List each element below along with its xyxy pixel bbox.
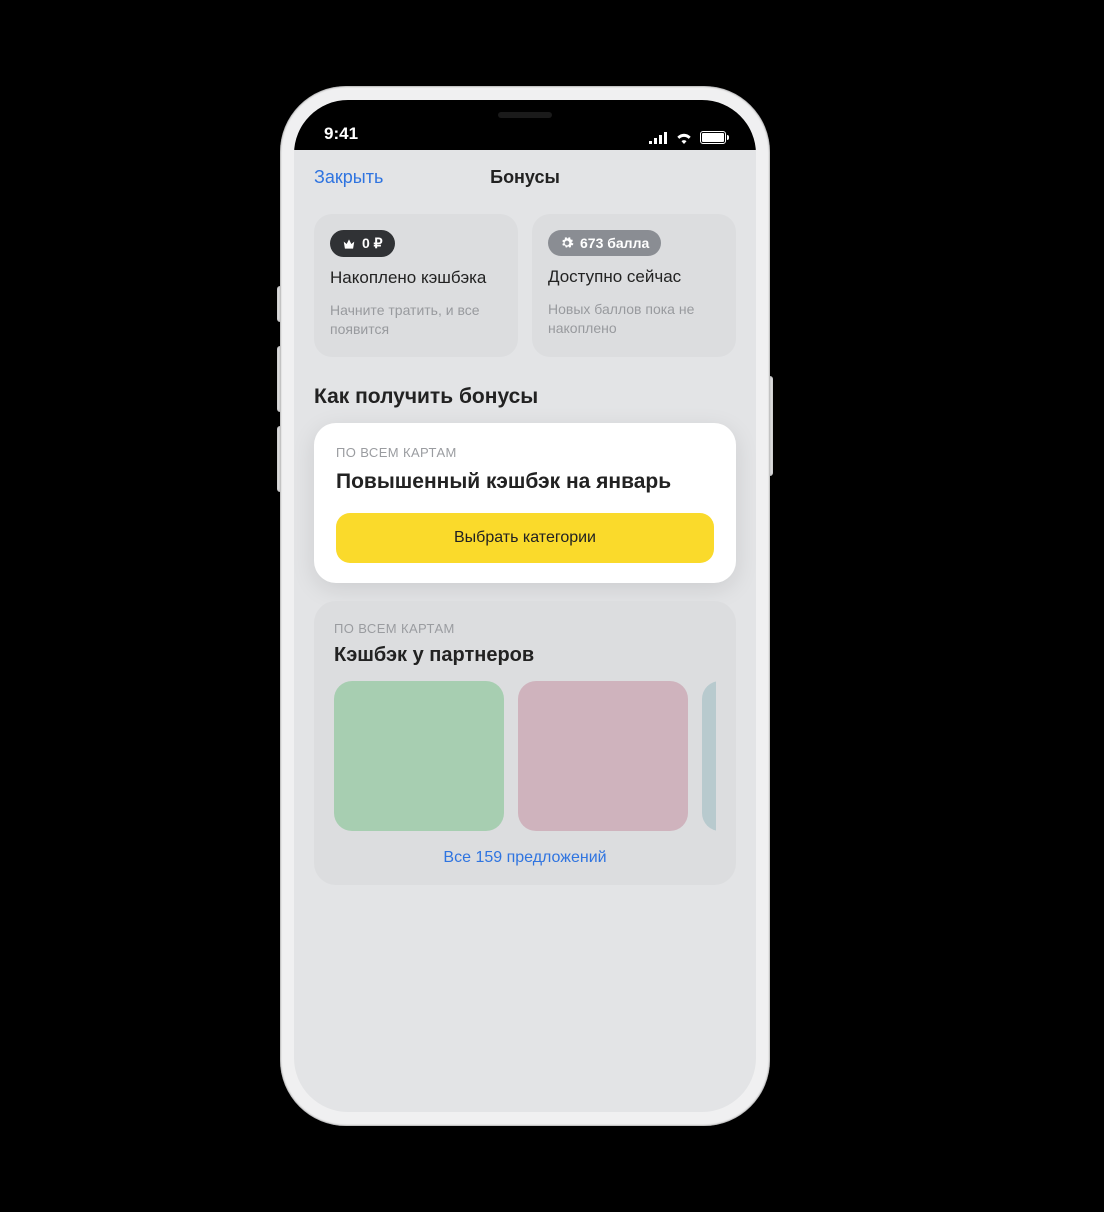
points-card[interactable]: 673 балла Доступно сейчас Новых баллов п…: [532, 214, 736, 357]
partners-overline: ПО ВСЕМ КАРТАМ: [334, 621, 716, 636]
choose-categories-button[interactable]: Выбрать категории: [336, 513, 714, 563]
points-badge: 673 балла: [548, 230, 661, 256]
section-how-title: Как получить бонусы: [314, 385, 736, 409]
cashback-badge-text: 0 ₽: [362, 235, 383, 252]
cashback-badge: 0 ₽: [330, 230, 395, 257]
close-button[interactable]: Закрыть: [314, 167, 383, 188]
promo-title: Повышенный кэшбэк на январь: [336, 468, 714, 495]
device-notch: [420, 100, 630, 134]
side-button-vol-down: [277, 426, 280, 492]
battery-icon: [700, 131, 726, 144]
phone-frame: 9:41 Закрыть Бонусы 0 ₽ Накоплено кэшбэк…: [280, 86, 770, 1126]
partners-title: Кэшбэк у партнеров: [334, 644, 716, 667]
points-sub: Новых баллов пока не накоплено: [548, 300, 720, 338]
page-title: Бонусы: [490, 167, 560, 188]
partner-tile[interactable]: [518, 681, 688, 831]
gear-icon: [560, 236, 574, 250]
partners-card: ПО ВСЕМ КАРТАМ Кэшбэк у партнеров Все 15…: [314, 601, 736, 885]
all-offers-link[interactable]: Все 159 предложений: [334, 849, 716, 867]
crown-icon: [342, 237, 356, 251]
status-icons: [649, 131, 726, 144]
side-button-mute: [277, 286, 280, 322]
cellular-icon: [649, 132, 668, 144]
navigation-bar: Закрыть Бонусы: [294, 150, 756, 204]
stats-row: 0 ₽ Накоплено кэшбэка Начните тратить, и…: [314, 214, 736, 357]
partner-tiles-row[interactable]: [334, 681, 716, 831]
content-scroll[interactable]: 0 ₽ Накоплено кэшбэка Начните тратить, и…: [294, 204, 756, 885]
points-title: Доступно сейчас: [548, 266, 720, 288]
promo-card[interactable]: ПО ВСЕМ КАРТАМ Повышенный кэшбэк на янва…: [314, 423, 736, 583]
side-button-vol-up: [277, 346, 280, 412]
promo-overline: ПО ВСЕМ КАРТАМ: [336, 445, 714, 460]
status-time: 9:41: [324, 124, 358, 144]
cashback-card[interactable]: 0 ₽ Накоплено кэшбэка Начните тратить, и…: [314, 214, 518, 357]
cashback-sub: Начните тратить, и все появится: [330, 301, 502, 339]
partner-tile[interactable]: [334, 681, 504, 831]
phone-screen: 9:41 Закрыть Бонусы 0 ₽ Накоплено кэшбэк…: [294, 100, 756, 1112]
wifi-icon: [675, 132, 693, 144]
side-button-power: [770, 376, 773, 476]
cashback-title: Накоплено кэшбэка: [330, 267, 502, 289]
points-badge-text: 673 балла: [580, 235, 649, 251]
partner-tile[interactable]: [702, 681, 716, 831]
